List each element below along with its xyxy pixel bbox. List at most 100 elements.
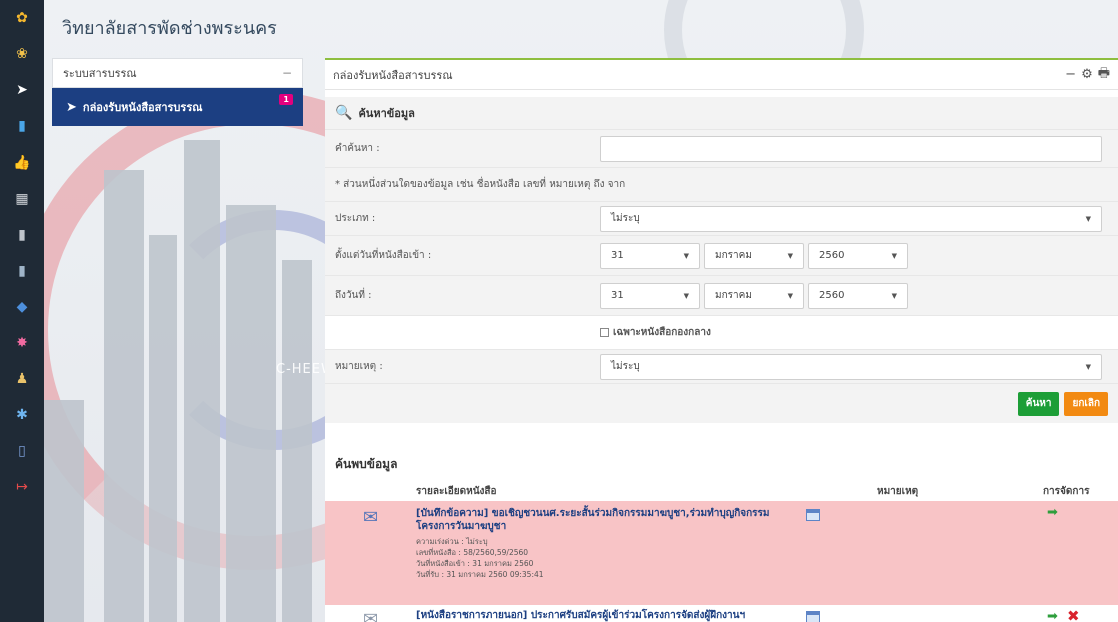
keyword-row: คำค้นหา : bbox=[325, 129, 1118, 167]
background-building bbox=[149, 235, 177, 622]
people-icon[interactable]: ❀ bbox=[11, 44, 33, 64]
background-building bbox=[104, 170, 144, 622]
cancel-button[interactable]: ยกเลิก bbox=[1064, 391, 1108, 416]
note-select[interactable]: ไม่ระบุ ▼ bbox=[600, 353, 1102, 380]
button-row: ค้นหา ยกเลิก bbox=[325, 383, 1118, 423]
row-received: วันที่รับ : 31 มกราคม 2560 09:35:41 bbox=[416, 570, 544, 579]
to-day-value: 31 bbox=[611, 290, 624, 301]
results-header: รายละเอียดหนังสือ หมายเหตุ การจัดการ bbox=[325, 480, 1118, 502]
star-icon[interactable]: ✱ bbox=[11, 405, 33, 425]
central-only-label: เฉพาะหนังสือกองกลาง bbox=[613, 327, 711, 338]
calendar-icon[interactable]: ▦ bbox=[11, 189, 33, 209]
thumbs-up-icon[interactable]: 👍 bbox=[11, 153, 33, 173]
panel-title: กล่องรับหนังสือสารบรรณ bbox=[333, 68, 453, 82]
chevron-down-icon: ▼ bbox=[891, 251, 897, 260]
icon-rail: ✿ ❀ ➤ ▮ 👍 ▦ ▮ ▮ ◆ ✸ ♟ ✱ ▯ ↦ bbox=[0, 0, 44, 622]
background-building bbox=[44, 400, 84, 622]
print-icon[interactable]: 🖶 bbox=[1098, 64, 1110, 86]
from-month-value: มกราคม bbox=[715, 250, 752, 261]
background-building bbox=[226, 205, 276, 622]
type-label: ประเภท : bbox=[335, 213, 376, 224]
table-row[interactable]: ✉ [หนังสือราชการภายนอก] ประกาศรับสมัครผู… bbox=[325, 605, 1118, 622]
menu-header[interactable]: ระบบสารบรรณ − bbox=[52, 58, 303, 88]
settings-icon[interactable]: ⚙ bbox=[1081, 67, 1093, 82]
from-month-select[interactable]: มกราคม ▼ bbox=[704, 242, 804, 269]
search-icon: 🔍 bbox=[335, 105, 353, 121]
menu-item-inbox[interactable]: ➤ กล่องรับหนังสือสารบรรณ 1 bbox=[52, 88, 303, 126]
row-doc-no: เลขที่หนังสือ : 58/2560,59/2560 bbox=[416, 548, 529, 557]
note-label: หมายเหตุ : bbox=[335, 361, 383, 372]
mobile-icon[interactable]: ▯ bbox=[11, 441, 33, 461]
panel-header: กล่องรับหนังสือสารบรรณ − ⚙ 🖶 bbox=[325, 60, 1118, 90]
type-select[interactable]: ไม่ระบุ ▼ bbox=[600, 205, 1102, 232]
type-row: ประเภท : ไม่ระบุ ▼ bbox=[325, 201, 1118, 235]
to-month-select[interactable]: มกราคม ▼ bbox=[704, 282, 804, 309]
send-icon[interactable]: ➤ bbox=[11, 80, 33, 100]
col-actions: การจัดการ bbox=[1043, 486, 1090, 497]
results-title: ค้นพบข้อมูล bbox=[335, 457, 398, 471]
type-select-value: ไม่ระบุ bbox=[611, 213, 640, 224]
flower-icon[interactable]: ✸ bbox=[11, 333, 33, 353]
trophy-person-icon[interactable]: ♟ bbox=[11, 369, 33, 389]
chevron-down-icon: ▼ bbox=[683, 251, 689, 260]
minimize-icon[interactable]: − bbox=[1065, 67, 1076, 82]
send-icon: ➤ bbox=[66, 99, 77, 115]
chevron-down-icon: ▼ bbox=[1085, 214, 1091, 223]
to-year-select[interactable]: 2560 ▼ bbox=[808, 282, 908, 309]
background-building bbox=[184, 140, 220, 622]
book-stack-icon[interactable]: ▮ bbox=[11, 261, 33, 281]
central-only-checkbox[interactable] bbox=[600, 328, 609, 337]
col-details: รายละเอียดหนังสือ bbox=[416, 486, 497, 497]
from-date-row: ตั้งแต่วันที่หนังสือเข้า : 31 ▼ มกราคม ▼… bbox=[325, 235, 1118, 275]
from-day-value: 31 bbox=[611, 250, 624, 261]
central-only-row: เฉพาะหนังสือกองกลาง bbox=[325, 315, 1118, 349]
calendar-icon[interactable] bbox=[806, 611, 820, 622]
row-subject[interactable]: [หนังสือราชการภายนอก] ประกาศรับสมัครผู้เ… bbox=[416, 609, 796, 622]
to-date-label: ถึงวันที่ : bbox=[335, 290, 372, 301]
to-month-value: มกราคม bbox=[715, 290, 752, 301]
row-subject[interactable]: [บันทึกข้อความ] ขอเชิญชวนนศ.ระยะสั้นร่วม… bbox=[416, 507, 796, 533]
chart-icon[interactable]: ▮ bbox=[11, 116, 33, 136]
row-date-in: วันที่หนังสือเข้า : 31 มกราคม 2560 bbox=[416, 559, 534, 568]
table-row[interactable]: ✉ [บันทึกข้อความ] ขอเชิญชวนนศ.ระยะสั้นร่… bbox=[325, 501, 1118, 605]
panel-tools: − ⚙ 🖶 bbox=[1065, 64, 1110, 86]
delete-icon[interactable]: ✖ bbox=[1067, 607, 1080, 622]
car-icon[interactable]: ◆ bbox=[11, 297, 33, 317]
to-year-value: 2560 bbox=[819, 290, 845, 301]
keyword-label: คำค้นหา : bbox=[335, 143, 380, 154]
world-icon[interactable]: ✿ bbox=[11, 8, 33, 28]
search-hint: * ส่วนหนึ่งส่วนใดของข้อมูล เช่น ชื่อหนัง… bbox=[335, 179, 626, 190]
chevron-down-icon: ▼ bbox=[787, 291, 793, 300]
hint-row: * ส่วนหนึ่งส่วนใดของข้อมูล เช่น ชื่อหนัง… bbox=[325, 167, 1118, 201]
to-day-select[interactable]: 31 ▼ bbox=[600, 282, 700, 309]
search-button[interactable]: ค้นหา bbox=[1017, 391, 1060, 416]
chevron-down-icon: ▼ bbox=[787, 251, 793, 260]
logout-icon[interactable]: ↦ bbox=[11, 477, 33, 497]
from-day-select[interactable]: 31 ▼ bbox=[600, 242, 700, 269]
chevron-down-icon: ▼ bbox=[891, 291, 897, 300]
app-title: วิทยาลัยสารพัดช่างพระนคร bbox=[62, 18, 277, 39]
side-menu: ระบบสารบรรณ − ➤ กล่องรับหนังสือสารบรรณ 1 bbox=[52, 58, 303, 126]
unread-badge: 1 bbox=[279, 94, 293, 105]
background-building bbox=[282, 260, 312, 622]
collapse-icon[interactable]: − bbox=[282, 66, 292, 80]
note-select-value: ไม่ระบุ bbox=[611, 361, 640, 372]
open-envelope-icon: ✉ bbox=[363, 507, 379, 528]
book-icon[interactable]: ▮ bbox=[11, 225, 33, 245]
forward-icon[interactable]: ➡ bbox=[1047, 505, 1058, 520]
menu-header-label: ระบบสารบรรณ bbox=[63, 67, 137, 80]
col-note: หมายเหตุ bbox=[877, 486, 919, 497]
forward-icon[interactable]: ➡ bbox=[1047, 609, 1058, 622]
keyword-input[interactable] bbox=[600, 135, 1102, 162]
from-date-label: ตั้งแต่วันที่หนังสือเข้า : bbox=[335, 250, 432, 261]
main-panel: กล่องรับหนังสือสารบรรณ − ⚙ 🖶 🔍 ค้นหาข้อม… bbox=[325, 58, 1118, 622]
menu-item-label: กล่องรับหนังสือสารบรรณ bbox=[82, 101, 203, 114]
envelope-icon: ✉ bbox=[363, 609, 379, 622]
from-year-select[interactable]: 2560 ▼ bbox=[808, 242, 908, 269]
search-section-title: 🔍 ค้นหาข้อมูล bbox=[325, 97, 1118, 129]
search-title: ค้นหาข้อมูล bbox=[358, 107, 415, 120]
from-year-value: 2560 bbox=[819, 250, 845, 261]
calendar-icon[interactable] bbox=[806, 509, 820, 521]
row-urgency: ความเร่งด่วน : ไม่ระบุ bbox=[416, 537, 488, 546]
to-date-row: ถึงวันที่ : 31 ▼ มกราคม ▼ 2560 ▼ bbox=[325, 275, 1118, 315]
